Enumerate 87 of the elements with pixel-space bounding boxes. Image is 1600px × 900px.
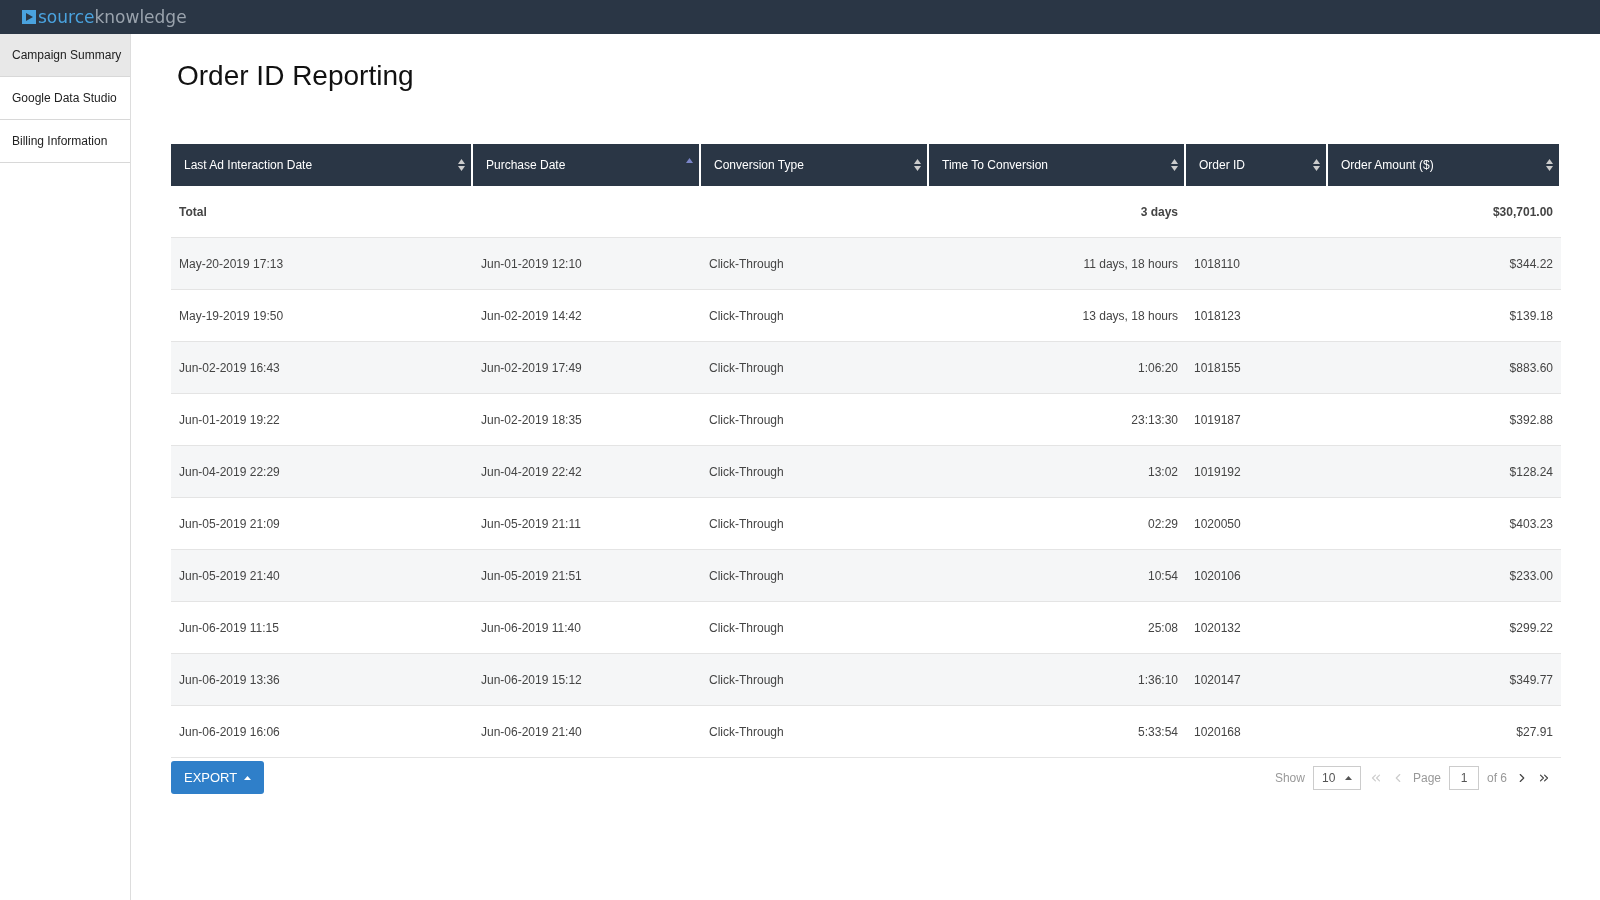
table-cell-text: Click-Through (708, 359, 785, 377)
table-cell-text: 25:08 (1146, 619, 1179, 637)
table-cell-text: Click-Through (708, 411, 785, 429)
table-cell-text: 1019192 (1193, 463, 1242, 481)
table-cell-text: 1:06:20 (1136, 359, 1179, 377)
table-cell-text: Jun-02-2019 14:42 (480, 307, 583, 325)
table-cell-text: $403.23 (1508, 515, 1554, 533)
column-label: Purchase Date (486, 158, 566, 172)
column-header[interactable]: Order ID (1186, 144, 1328, 186)
table-cell-text: $344.22 (1508, 255, 1554, 273)
table-cell-text: Jun-02-2019 17:49 (480, 359, 583, 377)
table-cell-text: Jun-01-2019 19:22 (178, 411, 281, 429)
table-cell-text: Jun-05-2019 21:40 (178, 567, 281, 585)
page-size-select[interactable]: 10 (1312, 765, 1361, 790)
table-cell-text: $883.60 (1508, 359, 1554, 377)
table-cell-text: Click-Through (708, 671, 785, 689)
table-cell-text: 1020147 (1193, 671, 1242, 689)
table-cell-text: Click-Through (708, 307, 785, 325)
table-cell-text: 13:02 (1146, 463, 1179, 481)
table-cell-text: $139.18 (1508, 307, 1554, 325)
caret-icon (244, 775, 252, 780)
table-cell-text: $233.00 (1508, 567, 1554, 585)
export-button[interactable]: EXPORT (171, 761, 265, 794)
column-label: Order Amount ($) (1341, 158, 1434, 172)
table-cell-text: Click-Through (708, 463, 785, 481)
table-cell-text: Click-Through (708, 255, 785, 273)
table-cell-text: Jun-06-2019 16:06 (178, 723, 281, 741)
table-cell-text: 1018110 (1193, 255, 1241, 273)
column-header[interactable]: Time To Conversion (929, 144, 1186, 186)
column-label: Time To Conversion (942, 158, 1049, 172)
table-cell-text: 1018123 (1193, 307, 1242, 325)
table-cell-text: 5:33:54 (1136, 723, 1179, 741)
page-input[interactable]: 1 (1449, 765, 1479, 790)
column-header[interactable]: Conversion Type (701, 144, 929, 186)
table-cell-text: 1020132 (1193, 619, 1242, 637)
table-cell-text: $128.24 (1508, 463, 1554, 481)
table-cell-text: Jun-06-2019 13:36 (178, 671, 281, 689)
table-cell-text: Click-Through (708, 619, 785, 637)
page-label: Page (1412, 770, 1441, 785)
table-cell-text: 1018155 (1193, 359, 1242, 377)
table-cell-text: Click-Through (708, 723, 785, 741)
table-cell-text: $27.91 (1515, 723, 1554, 741)
table-cell-text: $299.22 (1508, 619, 1554, 637)
total-label: Total (178, 203, 208, 221)
page-title: Order ID Reporting (177, 60, 415, 92)
table-cell-text: 1019187 (1193, 411, 1242, 429)
brand-logo: sourceknowledge (22, 7, 187, 27)
column-label: Conversion Type (714, 158, 804, 172)
column-header[interactable]: Last Ad Interaction Date (171, 144, 473, 186)
table-cell-text: 1:36:10 (1136, 671, 1179, 689)
column-header[interactable]: Order Amount ($) (1328, 144, 1561, 186)
table-cell-text: Jun-06-2019 15:12 (480, 671, 583, 689)
table-cell-text: 1020106 (1193, 567, 1242, 585)
table-cell-text: Click-Through (708, 515, 785, 533)
table-cell-text: 13 days, 18 hours (1081, 307, 1179, 325)
page-count: of 6 (1487, 770, 1507, 785)
play-icon (22, 10, 36, 24)
table-cell-text: Jun-02-2019 18:35 (480, 411, 583, 429)
table-cell-text: 02:29 (1146, 515, 1179, 533)
table-cell-text: 23:13:30 (1130, 411, 1179, 429)
table-cell-text: 1020168 (1193, 723, 1242, 741)
table-cell-text: Jun-02-2019 16:43 (178, 359, 281, 377)
table-cell-text: Jun-01-2019 12:10 (480, 255, 583, 273)
sidebar-item[interactable]: Campaign Summary (0, 34, 130, 77)
table-cell-text: Jun-06-2019 11:40 (480, 619, 582, 637)
column-header[interactable]: Purchase Date (473, 144, 701, 186)
show-label: Show (1274, 770, 1305, 785)
table-cell-text: Jun-06-2019 11:15 (178, 619, 280, 637)
column-label: Order ID (1199, 158, 1245, 172)
table-cell-text: Jun-04-2019 22:42 (480, 463, 583, 481)
caret-icon (1344, 775, 1352, 780)
table-cell-text: May-20-2019 17:13 (178, 255, 285, 273)
table-cell-text: 1020050 (1193, 515, 1242, 533)
column-label: Last Ad Interaction Date (184, 158, 313, 172)
table-cell-text: Jun-05-2019 21:11 (480, 515, 582, 533)
table-cell-text: 11 days, 18 hours (1082, 255, 1179, 273)
table-cell-text: $392.88 (1508, 411, 1554, 429)
table-cell-text: 3 days (1139, 203, 1179, 221)
table-cell-text: Jun-06-2019 21:40 (480, 723, 583, 741)
table-cell-text: Jun-04-2019 22:29 (178, 463, 281, 481)
table-cell-text: May-19-2019 19:50 (178, 307, 285, 325)
table-cell-text: Click-Through (708, 567, 785, 585)
table-cell-text: 10:54 (1146, 567, 1179, 585)
table-cell-text: Jun-05-2019 21:51 (480, 567, 583, 585)
table-cell-text: Jun-05-2019 21:09 (178, 515, 281, 533)
table-cell-text: $349.77 (1508, 671, 1554, 689)
table-cell-text: $30,701.00 (1491, 203, 1554, 221)
